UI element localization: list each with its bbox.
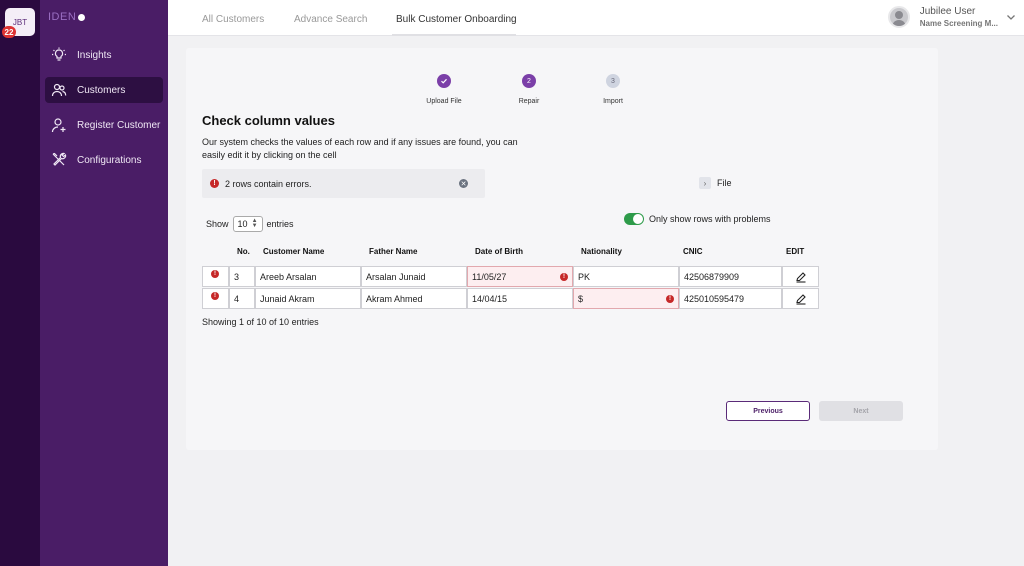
- cell-value: $: [578, 293, 584, 304]
- cell-no[interactable]: 4: [229, 288, 255, 309]
- sidebar-item-label: Customers: [77, 84, 126, 96]
- error-icon: !: [210, 179, 219, 188]
- step-label: Upload File: [426, 98, 462, 105]
- cell-dob[interactable]: 14/04/15: [467, 288, 573, 309]
- next-button[interactable]: Next: [819, 401, 903, 421]
- brand-logo: IDEN: [48, 11, 86, 23]
- step-upload-file: [437, 74, 451, 88]
- users-icon: [51, 82, 67, 98]
- entries-select[interactable]: 10 ▲ ▼: [232, 216, 263, 232]
- toggle-label: Only show rows with problems: [649, 214, 771, 224]
- cell-dob[interactable]: 11/05/27 !: [467, 266, 573, 287]
- edit-button[interactable]: [782, 266, 819, 287]
- entries-label: entries: [266, 219, 294, 229]
- tools-icon: [51, 152, 67, 168]
- data-table: ! 3 Areeb Arsalan Arsalan Junaid 11/05/2…: [202, 266, 819, 310]
- file-label: File: [717, 178, 732, 188]
- pencil-icon: [795, 271, 806, 283]
- sidebar-item-insights[interactable]: Insights: [45, 42, 163, 68]
- sidebar-item-label: Insights: [77, 49, 112, 61]
- column-header-father-name: Father Name: [369, 247, 418, 256]
- edit-button[interactable]: [782, 288, 819, 309]
- user-name: Jubilee User: [919, 6, 976, 17]
- avatar: [887, 6, 910, 28]
- column-header-dob: Date of Birth: [475, 247, 523, 256]
- check-icon: [441, 78, 447, 84]
- entries-control: Show 10 ▲ ▼ entries: [206, 216, 294, 232]
- column-header-nationality: Nationality: [581, 247, 622, 256]
- cell-customer-name[interactable]: Junaid Akram: [255, 288, 361, 309]
- cell-cnic[interactable]: 425010595479: [679, 288, 782, 309]
- sidebar-item-label: Register Customer: [77, 119, 161, 131]
- cell-cnic[interactable]: 42506879909: [679, 266, 782, 287]
- tab-all-customers[interactable]: All Customers: [202, 14, 264, 25]
- pencil-icon: [795, 293, 806, 305]
- file-toggle[interactable]: › File: [699, 177, 732, 189]
- cell-value: 11/05/27: [472, 271, 507, 282]
- lightbulb-icon: [51, 47, 67, 63]
- sidebar-item-label: Configurations: [77, 154, 142, 166]
- sidebar-item-customers[interactable]: Customers: [45, 77, 163, 103]
- cell-nationality[interactable]: PK: [573, 266, 679, 287]
- table-row: ! 3 Areeb Arsalan Arsalan Junaid 11/05/2…: [202, 266, 819, 288]
- user-role: Name Screening M...: [919, 19, 998, 28]
- cell-father-name[interactable]: Arsalan Junaid: [361, 266, 467, 287]
- sidebar-item-register-customer[interactable]: Register Customer: [45, 112, 163, 138]
- error-icon: !: [560, 273, 568, 281]
- page-description: Our system checks the values of each row…: [202, 137, 518, 160]
- step-repair: 2: [522, 74, 536, 88]
- problems-toggle[interactable]: [624, 213, 644, 225]
- main-panel: Upload File 2 Repair 3 Import Check colu…: [186, 48, 938, 450]
- tab-bulk-customer-onboarding[interactable]: Bulk Customer Onboarding: [396, 14, 517, 25]
- pagination-info: Showing 1 of 10 of 10 entries: [202, 317, 319, 327]
- error-alert: ! 2 rows contain errors. ✕: [202, 169, 485, 198]
- entries-value: 10: [237, 219, 248, 229]
- table-row: ! 4 Junaid Akram Akram Ahmed 14/04/15 $ …: [202, 288, 819, 310]
- column-header-cnic: CNIC: [683, 247, 703, 256]
- app-badge-label: JBT: [12, 17, 28, 27]
- row-status-cell: !: [202, 266, 229, 287]
- top-bar: All Customers Advance Search Bulk Custom…: [168, 0, 1024, 36]
- step-label: Import: [603, 98, 623, 105]
- chevron-down-icon[interactable]: [1006, 12, 1016, 22]
- cell-no[interactable]: 3: [229, 266, 255, 287]
- cell-customer-name[interactable]: Areeb Arsalan: [255, 266, 361, 287]
- step-import: 3: [606, 74, 620, 88]
- tab-advance-search[interactable]: Advance Search: [294, 14, 367, 25]
- page-title: Check column values: [202, 113, 335, 128]
- user-info: Jubilee User Name Screening M...: [920, 6, 998, 28]
- cell-father-name[interactable]: Akram Ahmed: [361, 288, 467, 309]
- column-header-no: No.: [237, 247, 250, 256]
- sidebar-item-configurations[interactable]: Configurations: [45, 147, 163, 173]
- brand-dot-icon: [78, 13, 86, 21]
- problems-filter: Only show rows with problems: [624, 213, 771, 225]
- show-label: Show: [206, 219, 229, 229]
- alert-text: 2 rows contain errors.: [225, 178, 312, 189]
- active-tab-indicator: [392, 34, 516, 36]
- error-icon: !: [211, 270, 219, 278]
- error-icon: !: [666, 295, 674, 303]
- previous-button[interactable]: Previous: [726, 401, 810, 421]
- add-user-icon: [51, 117, 67, 133]
- step-label: Repair: [518, 98, 540, 105]
- row-status-cell: !: [202, 288, 229, 309]
- notification-count-badge[interactable]: 22: [2, 26, 16, 38]
- error-icon: !: [211, 292, 219, 300]
- user-menu[interactable]: Jubilee User Name Screening M...: [887, 6, 1015, 28]
- sidebar-nav: Insights Customers Register Customer Con…: [45, 42, 163, 182]
- sidebar: IDEN Insights Customers Register Custome…: [40, 0, 168, 566]
- close-icon[interactable]: ✕: [459, 179, 468, 188]
- app-rail: JBT 22: [0, 0, 40, 566]
- chevron-right-icon: ›: [699, 177, 711, 189]
- column-header-edit: EDIT: [786, 247, 805, 256]
- column-header-customer-name: Customer Name: [263, 247, 325, 256]
- sort-arrows-icon: ▲ ▼: [251, 218, 258, 229]
- cell-nationality[interactable]: $ !: [573, 288, 679, 309]
- brand-name: IDEN: [48, 11, 77, 23]
